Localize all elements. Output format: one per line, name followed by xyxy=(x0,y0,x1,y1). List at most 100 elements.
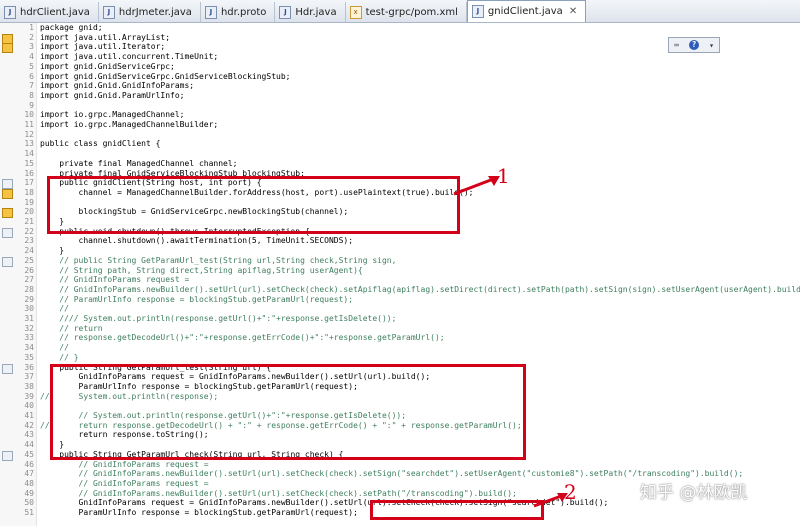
line-number: 42 xyxy=(24,420,34,430)
code-text: public void shutdown() throws Interrupte… xyxy=(40,226,310,236)
code-text: public class gnidClient { xyxy=(40,139,161,149)
line-number: 6 xyxy=(29,71,34,81)
code-line[interactable]: 39 // System.out.println(response); xyxy=(0,392,800,402)
code-text: public String GetParamUrl_check(String u… xyxy=(40,449,344,459)
java-file-icon: J xyxy=(4,5,16,19)
line-number: 40 xyxy=(24,401,34,411)
code-line[interactable]: 31 //// System.out.println(response.getU… xyxy=(0,314,800,324)
tab-label: hdrJmeter.java xyxy=(118,6,192,18)
tab-hdrclient-java[interactable]: JhdrClient.java xyxy=(0,2,99,22)
line-number: 51 xyxy=(24,508,34,517)
code-editor[interactable]: 1 package gnid; 2 import java.util.ArrayLis… xyxy=(0,23,800,526)
code-text: import java.util.concurrent.TimeUnit; xyxy=(40,52,219,62)
code-line[interactable]: 35 // } xyxy=(0,353,800,363)
line-number: 20 xyxy=(24,207,34,217)
code-line[interactable]: 5 import gnid.GnidServiceGrpc; xyxy=(0,62,800,72)
code-line[interactable]: 32 // return xyxy=(0,324,800,334)
code-line[interactable]: 2 import java.util.ArrayList; xyxy=(0,32,800,44)
code-line[interactable]: 24 } xyxy=(0,246,800,256)
line-number: 47 xyxy=(24,469,34,479)
tab-hdrjmeter-java[interactable]: JhdrJmeter.java xyxy=(99,2,201,22)
code-line[interactable]: 51 ParamUrlInfo response = blockingStub.… xyxy=(0,508,800,518)
code-line[interactable]: 44 } xyxy=(0,440,800,450)
code-line[interactable]: 10 import io.grpc.ManagedChannel; xyxy=(0,110,800,120)
code-text: // return xyxy=(40,323,103,333)
code-line[interactable]: 37 GnidInfoParams request = GnidInfoPara… xyxy=(0,372,800,382)
code-text: // GnidInfoParams request = xyxy=(40,459,209,469)
line-number: 39 xyxy=(24,391,34,401)
code-line[interactable]: 14 xyxy=(0,149,800,159)
line-number: 45 xyxy=(24,449,34,459)
code-line[interactable]: 22 public void shutdown() throws Interru… xyxy=(0,226,800,238)
code-line[interactable]: 26 // String path, String direct,String … xyxy=(0,266,800,276)
line-number: 15 xyxy=(24,158,34,168)
code-text: package gnid; xyxy=(40,23,103,32)
code-text: // GnidInfoParams.newBuilder().setUrl(ur… xyxy=(40,469,744,479)
line-number: 38 xyxy=(24,381,34,391)
code-line[interactable]: 7 import gnid.Gnid.GnidInfoParams; xyxy=(0,81,800,91)
code-line[interactable]: 4 import java.util.concurrent.TimeUnit; xyxy=(0,52,800,62)
line-number: 12 xyxy=(24,129,34,139)
code-line[interactable]: 12 xyxy=(0,130,800,140)
code-line[interactable]: 28 // GnidInfoParams.newBuilder().setUrl… xyxy=(0,285,800,295)
code-line[interactable]: 20 blockingStub = GnidServiceGrpc.newBlo… xyxy=(0,207,800,219)
code-line[interactable]: 9 xyxy=(0,101,800,111)
java-file-icon: J xyxy=(471,5,484,18)
line-number: 46 xyxy=(24,459,34,469)
code-line[interactable]: 6 import gnid.GnidServiceGrpc.GnidService… xyxy=(0,72,800,82)
code-line[interactable]: 18 channel = ManagedChannelBuilder.forAd… xyxy=(0,188,800,199)
code-line[interactable]: 43 return response.toString(); xyxy=(0,430,800,440)
tab-hdr-java[interactable]: J Hdr.java xyxy=(275,2,346,22)
code-line[interactable]: 45 public String GetParamUrl_check(Strin… xyxy=(0,449,800,461)
line-number: 11 xyxy=(24,120,34,129)
code-text: import gnid.GnidServiceGrpc.GnidServiceB… xyxy=(40,71,291,81)
line-number: 2 xyxy=(29,32,34,42)
annotation-label-1: 1 xyxy=(497,164,510,188)
code-line[interactable]: 34 // xyxy=(0,343,800,353)
code-line[interactable]: 23 channel.shutdown().awaitTermination(5… xyxy=(0,236,800,246)
line-number: 3 xyxy=(29,42,34,52)
close-tab-icon[interactable]: ✕ xyxy=(569,6,577,17)
line-number: 17 xyxy=(24,178,34,188)
line-number: 27 xyxy=(24,275,34,285)
code-line[interactable]: 13 public class gnidClient { xyxy=(0,139,800,149)
tab-test-grpc-pom-xml[interactable]: x test-grpc/pom.xml xyxy=(346,2,467,22)
code-line[interactable]: 21 } xyxy=(0,217,800,227)
code-line[interactable]: 36 public String GetParamUrl_test(String… xyxy=(0,363,800,374)
code-line[interactable]: 29 // ParamUrlInfo response = blockingSt… xyxy=(0,295,800,305)
code-line[interactable]: 41 // System.out.println(response.getUrl… xyxy=(0,411,800,421)
code-line[interactable]: 25 // public String GetParamUrl_test(Str… xyxy=(0,256,800,267)
code-line[interactable]: 38 ParamUrlInfo response = blockingStub.… xyxy=(0,382,800,392)
code-line[interactable]: 8 import gnid.Gnid.ParamUrlInfo; xyxy=(0,91,800,101)
code-text: } xyxy=(40,246,65,256)
code-text: GnidInfoParams request = GnidInfoParams.… xyxy=(40,372,431,382)
editor-tab-bar: JhdrClient.java JhdrJmeter.java Jhdr.proto… xyxy=(0,0,800,23)
tab-hdr-proto[interactable]: Jhdr.proto xyxy=(201,2,276,22)
tab-label: test-grpc/pom.xml xyxy=(365,6,458,18)
code-text: } xyxy=(40,440,65,450)
code-line[interactable]: 17 public gnidClient(String host, int po… xyxy=(0,178,800,190)
tab-gnidclient-java[interactable]: JgnidClient.java ✕ xyxy=(466,0,587,22)
code-line[interactable]: 16 private final GnidServiceBlockingStub… xyxy=(0,169,800,179)
code-line[interactable]: 19 xyxy=(0,198,800,208)
code-line[interactable]: 46 // GnidInfoParams request = xyxy=(0,460,800,470)
code-line[interactable]: 15 private final ManagedChannel channel; xyxy=(0,159,800,169)
code-line[interactable]: 27 // GnidInfoParams request = xyxy=(0,275,800,285)
code-line[interactable]: 42 // return response.getDecodeUrl() + ":… xyxy=(0,421,800,431)
code-line[interactable]: 3 import java.util.Iterator; xyxy=(0,42,800,54)
line-number: 43 xyxy=(24,430,34,440)
code-line[interactable]: 11 import io.grpc.ManagedChannelBuilder; xyxy=(0,120,800,130)
code-line[interactable]: 33 // response.getDecodeUrl()+":"+respon… xyxy=(0,333,800,343)
code-line[interactable]: 30 // xyxy=(0,304,800,314)
code-text: // } xyxy=(40,352,79,362)
code-text: import gnid.GnidServiceGrpc; xyxy=(40,61,175,71)
code-text: import java.util.Iterator; xyxy=(40,42,166,52)
code-text: import gnid.Gnid.ParamUrlInfo; xyxy=(40,90,185,100)
code-line[interactable]: 40 xyxy=(0,401,800,411)
line-number: 37 xyxy=(24,372,34,382)
code-text: // return response.getDecodeUrl() + ":" … xyxy=(40,420,522,430)
line-number: 9 xyxy=(29,100,34,110)
tab-label: gnidClient.java xyxy=(487,6,563,17)
code-text: import gnid.Gnid.GnidInfoParams; xyxy=(40,81,195,91)
code-line[interactable]: 1 package gnid; xyxy=(0,23,800,33)
